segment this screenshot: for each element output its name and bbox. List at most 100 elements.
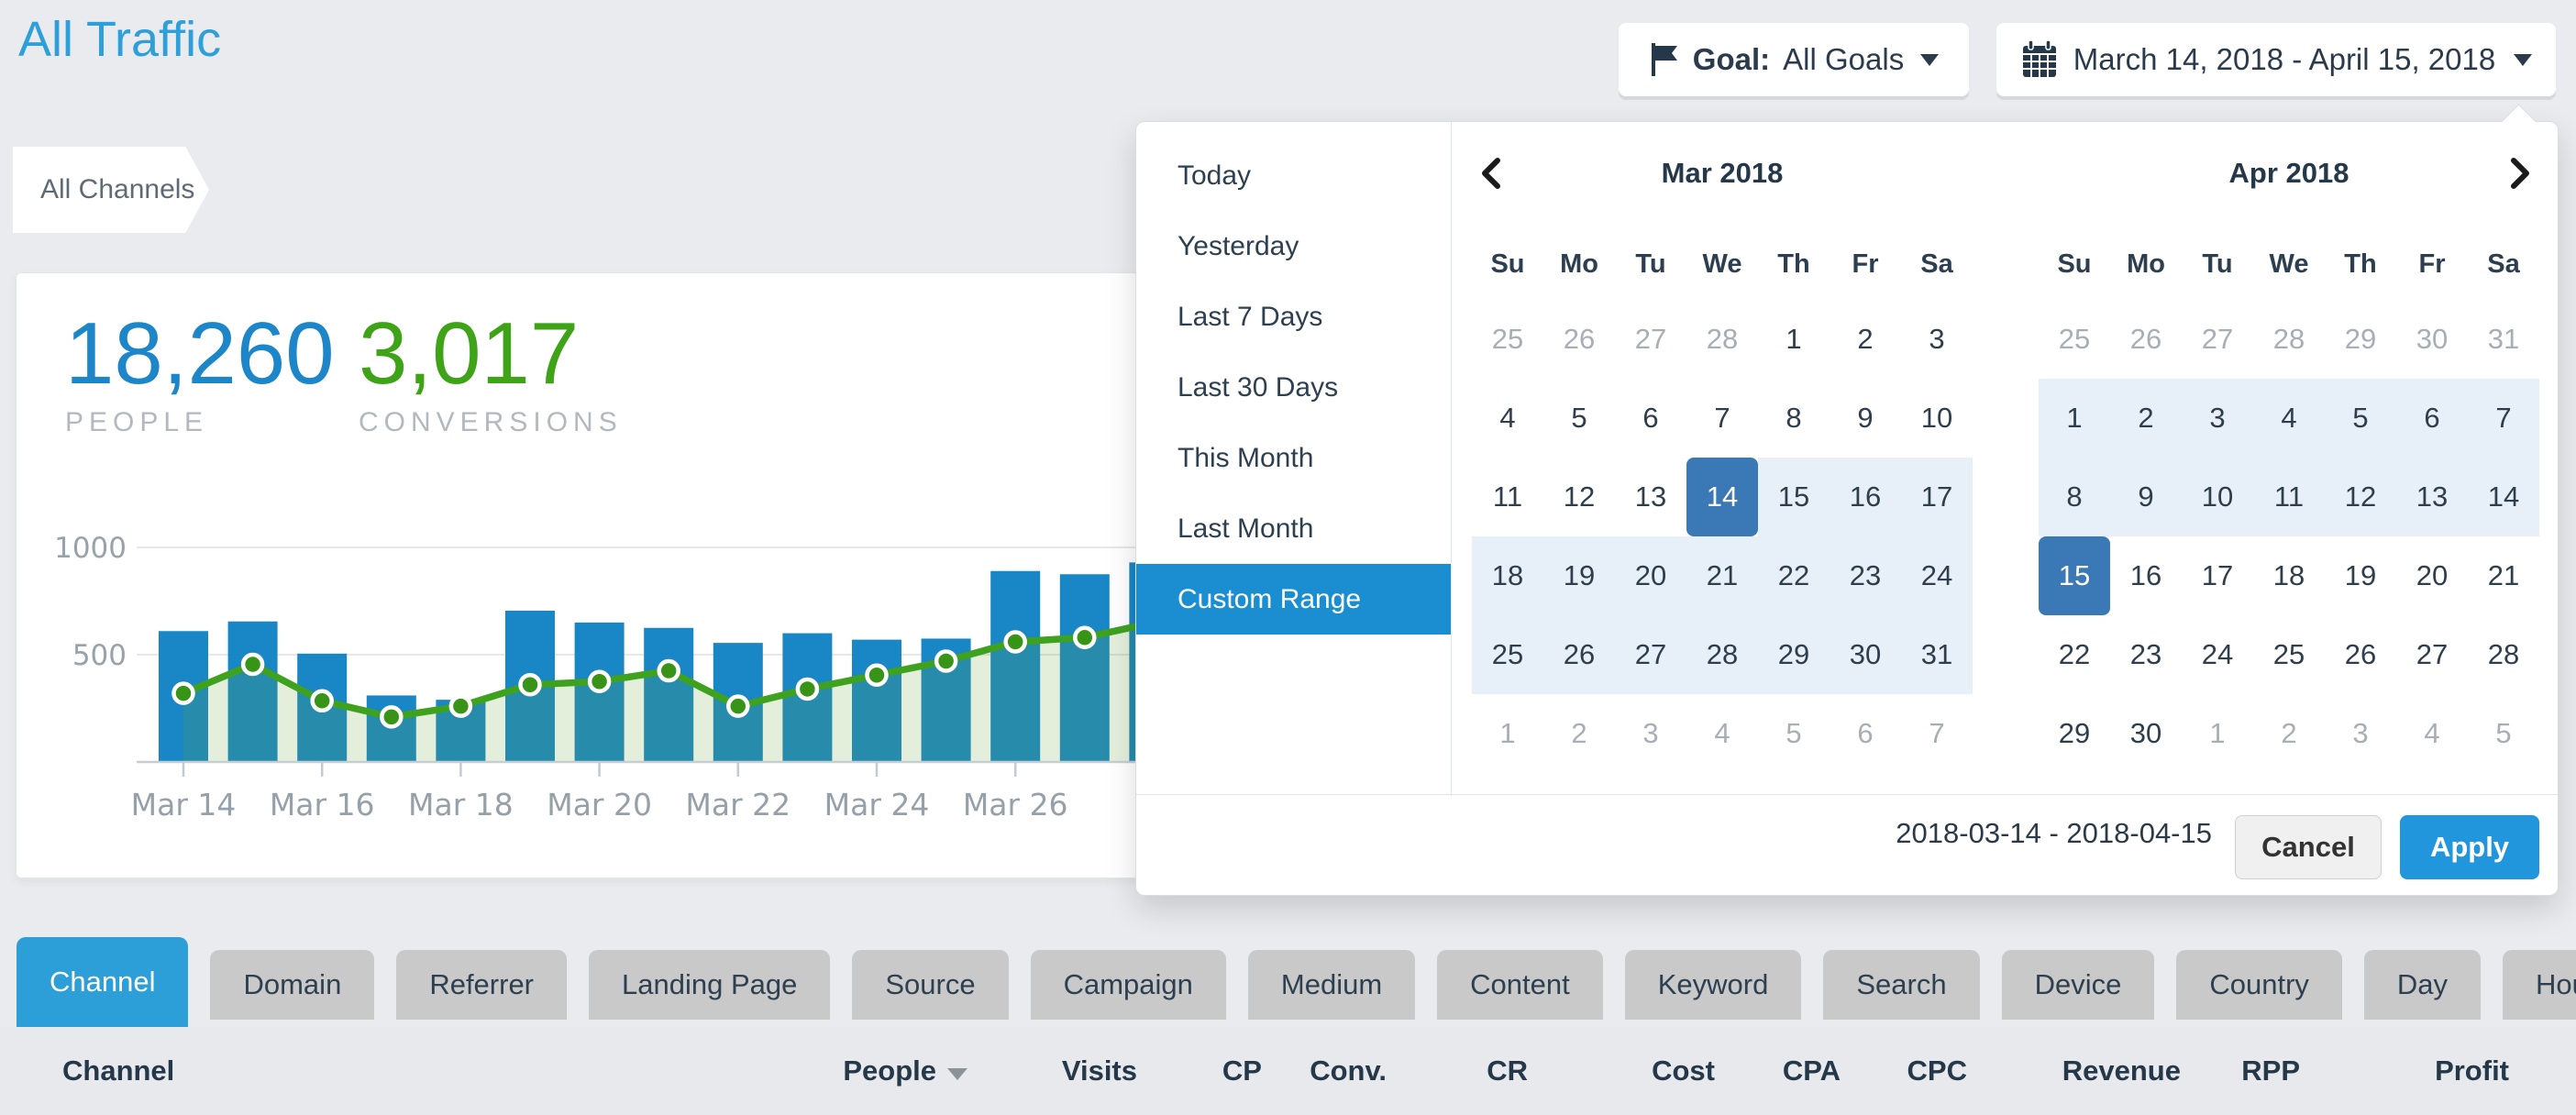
- tab-device[interactable]: Device: [2002, 950, 2155, 1020]
- tab-referrer[interactable]: Referrer: [396, 950, 567, 1020]
- date-cell[interactable]: 2: [1543, 694, 1615, 773]
- tab-channel[interactable]: Channel: [17, 937, 188, 1027]
- date-cell[interactable]: 4: [1686, 694, 1758, 773]
- column-header-channel[interactable]: Channel: [62, 1054, 821, 1087]
- column-header-rpp[interactable]: RPP: [2181, 1054, 2300, 1087]
- date-cell[interactable]: 22: [1758, 536, 1830, 615]
- date-cell[interactable]: 2: [2253, 694, 2325, 773]
- column-header-people[interactable]: People: [821, 1054, 967, 1087]
- date-cell[interactable]: 16: [1830, 458, 1901, 536]
- date-cell[interactable]: 5: [1758, 694, 1830, 773]
- date-cell[interactable]: 26: [2325, 615, 2396, 694]
- column-header-visits[interactable]: Visits: [967, 1054, 1137, 1087]
- cancel-button[interactable]: Cancel: [2235, 815, 2382, 879]
- tab-landing-page[interactable]: Landing Page: [589, 950, 830, 1020]
- date-cell[interactable]: 19: [1543, 536, 1615, 615]
- date-cell[interactable]: 1: [2039, 379, 2110, 458]
- date-cell[interactable]: 18: [1472, 536, 1543, 615]
- tab-country[interactable]: Country: [2176, 950, 2342, 1020]
- tab-search[interactable]: Search: [1823, 950, 1979, 1020]
- date-cell[interactable]: 30: [2396, 300, 2468, 379]
- date-cell[interactable]: 3: [1615, 694, 1686, 773]
- date-cell[interactable]: 24: [1901, 536, 1973, 615]
- tab-medium[interactable]: Medium: [1248, 950, 1415, 1020]
- date-cell[interactable]: 20: [1615, 536, 1686, 615]
- date-cell[interactable]: 18: [2253, 536, 2325, 615]
- date-cell[interactable]: 26: [1543, 300, 1615, 379]
- date-cell[interactable]: 13: [1615, 458, 1686, 536]
- goal-dropdown-button[interactable]: Goal: All Goals: [1619, 23, 1969, 96]
- tab-campaign[interactable]: Campaign: [1031, 950, 1226, 1020]
- column-header-revenue[interactable]: Revenue: [1967, 1054, 2181, 1087]
- date-cell[interactable]: 25: [2039, 300, 2110, 379]
- date-cell[interactable]: 1: [1472, 694, 1543, 773]
- date-cell[interactable]: 11: [2253, 458, 2325, 536]
- date-cell[interactable]: 17: [1901, 458, 1973, 536]
- date-cell[interactable]: 3: [2182, 379, 2253, 458]
- chevron-left-icon[interactable]: [1474, 155, 1510, 192]
- tab-source[interactable]: Source: [852, 950, 1008, 1020]
- date-cell[interactable]: 27: [1615, 300, 1686, 379]
- date-cell[interactable]: 26: [2110, 300, 2182, 379]
- date-cell[interactable]: 31: [1901, 615, 1973, 694]
- date-cell[interactable]: 25: [1472, 300, 1543, 379]
- date-cell[interactable]: 30: [1830, 615, 1901, 694]
- date-cell[interactable]: 3: [2325, 694, 2396, 773]
- date-cell[interactable]: 21: [2468, 536, 2539, 615]
- date-cell-selected[interactable]: 14: [1686, 458, 1758, 536]
- date-cell[interactable]: 12: [2325, 458, 2396, 536]
- column-header-cp[interactable]: CP: [1137, 1054, 1262, 1087]
- date-cell[interactable]: 27: [2182, 300, 2253, 379]
- tab-hour[interactable]: Hour: [2503, 950, 2576, 1020]
- date-cell[interactable]: 8: [1758, 379, 1830, 458]
- date-cell[interactable]: 19: [2325, 536, 2396, 615]
- column-header-cr[interactable]: CR: [1387, 1054, 1528, 1087]
- date-cell[interactable]: 25: [2253, 615, 2325, 694]
- date-cell[interactable]: 11: [1472, 458, 1543, 536]
- date-cell[interactable]: 31: [2468, 300, 2539, 379]
- date-cell[interactable]: 10: [2182, 458, 2253, 536]
- date-cell[interactable]: 5: [1543, 379, 1615, 458]
- date-cell[interactable]: 23: [2110, 615, 2182, 694]
- date-cell[interactable]: 2: [1830, 300, 1901, 379]
- datepicker-preset-last-month[interactable]: Last Month: [1136, 493, 1451, 564]
- date-cell[interactable]: 9: [1830, 379, 1901, 458]
- date-cell[interactable]: 14: [2468, 458, 2539, 536]
- date-cell[interactable]: 4: [2396, 694, 2468, 773]
- date-cell[interactable]: 17: [2182, 536, 2253, 615]
- date-cell[interactable]: 1: [1758, 300, 1830, 379]
- date-cell[interactable]: 4: [2253, 379, 2325, 458]
- datepicker-preset-yesterday[interactable]: Yesterday: [1136, 211, 1451, 282]
- column-header-profit[interactable]: Profit: [2300, 1054, 2509, 1087]
- date-cell[interactable]: 24: [2182, 615, 2253, 694]
- date-cell[interactable]: 26: [1543, 615, 1615, 694]
- date-cell[interactable]: 21: [1686, 536, 1758, 615]
- datepicker-preset-custom-range[interactable]: Custom Range: [1136, 564, 1451, 635]
- date-cell-selected[interactable]: 15: [2039, 536, 2110, 615]
- apply-button[interactable]: Apply: [2400, 815, 2539, 879]
- datepicker-preset-this-month[interactable]: This Month: [1136, 423, 1451, 493]
- date-cell[interactable]: 30: [2110, 694, 2182, 773]
- date-cell[interactable]: 28: [1686, 300, 1758, 379]
- tab-day[interactable]: Day: [2364, 950, 2481, 1020]
- tab-keyword[interactable]: Keyword: [1625, 950, 1802, 1020]
- column-header-conv-[interactable]: Conv.: [1262, 1054, 1387, 1087]
- tab-domain[interactable]: Domain: [210, 950, 374, 1020]
- datepicker-preset-last-30-days[interactable]: Last 30 Days: [1136, 352, 1451, 423]
- date-cell[interactable]: 2: [2110, 379, 2182, 458]
- date-cell[interactable]: 7: [2468, 379, 2539, 458]
- date-cell[interactable]: 15: [1758, 458, 1830, 536]
- date-cell[interactable]: 28: [2253, 300, 2325, 379]
- date-cell[interactable]: 6: [2396, 379, 2468, 458]
- date-cell[interactable]: 16: [2110, 536, 2182, 615]
- chevron-right-icon[interactable]: [2501, 155, 2537, 192]
- date-cell[interactable]: 8: [2039, 458, 2110, 536]
- date-cell[interactable]: 25: [1472, 615, 1543, 694]
- date-cell[interactable]: 6: [1615, 379, 1686, 458]
- column-header-cost[interactable]: Cost: [1528, 1054, 1715, 1087]
- date-cell[interactable]: 29: [1758, 615, 1830, 694]
- date-cell[interactable]: 28: [1686, 615, 1758, 694]
- date-cell[interactable]: 12: [1543, 458, 1615, 536]
- datepicker-preset-last-7-days[interactable]: Last 7 Days: [1136, 282, 1451, 352]
- date-cell[interactable]: 13: [2396, 458, 2468, 536]
